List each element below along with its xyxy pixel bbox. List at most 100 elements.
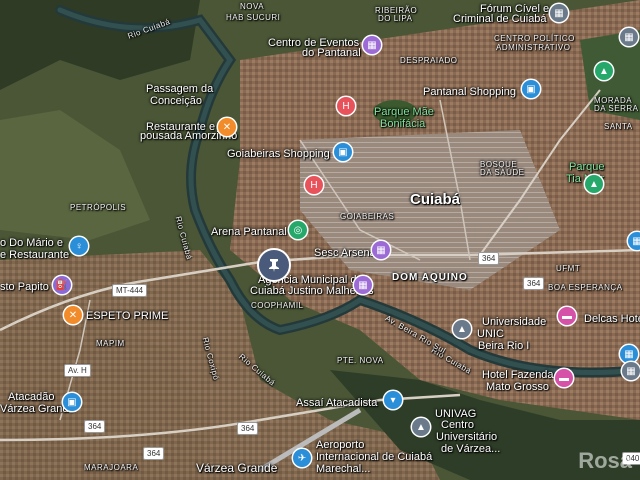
building-icon: ▦: [626, 365, 636, 377]
arena-pin[interactable]: ◎: [289, 221, 307, 239]
parks-label: Bonifácia: [380, 118, 426, 130]
places-label[interactable]: e Restaurante: [0, 249, 69, 261]
building-icon: ▦: [367, 39, 377, 51]
neighborhoods-label: BOA ESPERANÇA: [548, 283, 623, 292]
forum-pin[interactable]: ▦: [550, 4, 568, 22]
places-label[interactable]: Goiabeiras Shopping: [227, 148, 330, 160]
hotel-icon: ▬: [562, 310, 572, 322]
tree-icon: ▲: [589, 178, 599, 190]
places-label[interactable]: UNIC: [477, 328, 504, 340]
atacadao-pin[interactable]: ▣: [63, 393, 81, 411]
restaurant-pin[interactable]: ✕: [218, 118, 236, 136]
right-edge-pin-3[interactable]: ▦: [620, 345, 638, 363]
places-label[interactable]: Sesc Arsenal: [314, 247, 378, 259]
building-icon: ▦: [376, 244, 386, 256]
places-label[interactable]: Internacional de Cuiabá: [316, 451, 432, 463]
neighborhoods-label: UFMT: [556, 264, 581, 273]
neighborhoods-label: DESPRAIADO: [400, 56, 458, 65]
places-label[interactable]: Pantanal Shopping: [423, 86, 516, 98]
sesc-pin[interactable]: ▦: [372, 241, 390, 259]
places-label[interactable]: de Várzea...: [441, 443, 500, 455]
places-label[interactable]: o Do Mário e: [0, 237, 63, 249]
hospital-icon: H: [310, 179, 318, 191]
goiabeiras-shopping-pin[interactable]: ▣: [334, 143, 352, 161]
neighborhoods-label: DO LIPA: [378, 14, 413, 23]
neighborhoods-label: DA SAÚDE: [480, 168, 525, 177]
neighborhoods-label: CENTRO POLÍTICO: [494, 34, 575, 43]
food-icon: ✕: [222, 121, 232, 133]
cart-icon: ▾: [390, 394, 396, 406]
cities-label: Cuiabá: [410, 191, 461, 208]
neighborhoods-label: NOVA: [240, 2, 265, 11]
neighborhoods-label: COOPHAMIL: [251, 301, 304, 310]
neighborhoods-label: SANTA: [604, 122, 633, 131]
road-shield: Av. H: [64, 364, 91, 377]
places-label[interactable]: Delcas Hotel: [584, 313, 640, 325]
places-label[interactable]: Universidade: [482, 316, 546, 328]
places-label[interactable]: ESPETO PRIME: [86, 310, 168, 322]
parks-label: Parque: [569, 161, 605, 173]
neighborhoods-label: HAB SUCURI: [226, 13, 281, 22]
airplane-icon: ✈: [297, 452, 307, 464]
building-icon: ▦: [624, 348, 634, 360]
airport-pin[interactable]: ✈: [293, 449, 311, 467]
hospital-icon: H: [342, 100, 350, 112]
park-pin[interactable]: ▲: [585, 175, 603, 193]
places-label[interactable]: Aeroporto: [316, 439, 364, 451]
places-label[interactable]: Universitário: [436, 431, 497, 443]
places-label[interactable]: Assaí Atacadista: [296, 397, 377, 409]
gas-pin[interactable]: ⛽: [53, 276, 71, 294]
building-icon: ▦: [358, 279, 368, 291]
places-label[interactable]: Arena Pantanal: [211, 226, 287, 238]
road-shield: 364: [84, 420, 106, 433]
places-label[interactable]: Centro: [441, 419, 474, 431]
towns-label: Várzea Grande: [196, 461, 278, 475]
right-edge-pin[interactable]: ▦: [620, 28, 638, 46]
places-label[interactable]: Mato Grosso: [486, 381, 549, 393]
right-edge-pin-4[interactable]: ▦: [622, 362, 640, 380]
watermark-logo: Rosa: [578, 448, 632, 473]
hospital-pin-2[interactable]: H: [305, 176, 323, 194]
hotel-pin[interactable]: ▬: [555, 369, 573, 387]
neighborhoods-label: MARAJOARA: [84, 463, 139, 472]
park-pin-2[interactable]: ▲: [595, 62, 613, 80]
univag-pin[interactable]: ▲: [412, 418, 430, 436]
agency-pin[interactable]: ▦: [354, 276, 372, 294]
event-center-pin[interactable]: ▦: [363, 36, 381, 54]
spit-pin[interactable]: ✕: [64, 306, 82, 324]
places-label[interactable]: Atacadão: [8, 391, 54, 403]
road-shield: 364: [143, 447, 165, 460]
neighborhoods-label: PETRÓPOLIS: [70, 203, 127, 212]
places-label[interactable]: do Pantanal: [302, 47, 361, 59]
building-icon: ▦: [554, 7, 564, 19]
places-label[interactable]: sto Papito: [0, 281, 49, 293]
pantanal-shopping-pin[interactable]: ▣: [522, 80, 540, 98]
right-edge-pin-2[interactable]: ▦: [628, 232, 640, 250]
map-pin-icon: [269, 259, 279, 272]
road-shield: 364: [523, 277, 545, 290]
places-label[interactable]: Conceição: [150, 95, 202, 107]
food-icon: ✕: [68, 309, 78, 321]
selected-location-marker[interactable]: [257, 248, 291, 282]
shopping-icon: ▣: [338, 146, 348, 158]
places-label[interactable]: Beira Rio I: [478, 340, 529, 352]
places-label[interactable]: Marechal...: [316, 463, 370, 475]
assai-pin[interactable]: ▾: [384, 391, 402, 409]
places-label[interactable]: Hotel Fazenda: [482, 369, 554, 381]
hospital-pin[interactable]: H: [337, 97, 355, 115]
school-icon: ▲: [457, 323, 467, 335]
neighborhoods-label: DA SERRA: [594, 104, 639, 113]
bar-pin[interactable]: ♀: [70, 237, 88, 255]
road-shield: 364: [478, 252, 500, 265]
neighborhoods-label: PTE. NOVA: [337, 356, 384, 365]
unic-pin[interactable]: ▲: [453, 320, 471, 338]
places-label[interactable]: Passagem da: [146, 83, 213, 95]
neighborhoods-label: ADMINISTRATIVO: [496, 43, 571, 52]
neighborhoods-label: GOIABEIRAS: [340, 212, 395, 221]
hotel-icon: ▬: [559, 372, 569, 384]
places-label[interactable]: Criminal de Cuiabá: [453, 13, 547, 25]
neighborhoods-label: MAPIM: [96, 339, 125, 348]
delcas-pin[interactable]: ▬: [558, 307, 576, 325]
districts-label: DOM AQUINO: [392, 272, 468, 283]
shopping-icon: ▣: [67, 396, 77, 408]
